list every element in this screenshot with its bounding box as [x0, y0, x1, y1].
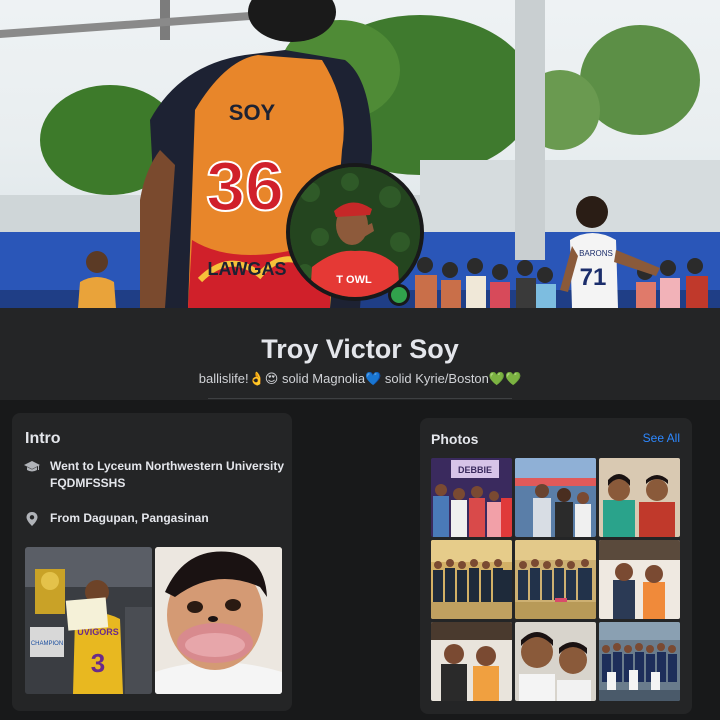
avatar-shirt-text: T OWL	[336, 274, 372, 286]
photos-title: Photos	[431, 431, 479, 447]
avatar-image: T OWL	[290, 167, 420, 297]
intro-card: Intro Went to Lyceum Northwestern Univer…	[12, 413, 292, 711]
photo-thumbnail-image	[599, 622, 680, 701]
photo-thumbnail[interactable]	[515, 540, 596, 619]
profile-name[interactable]: Troy Victor Soy	[0, 334, 720, 365]
online-status-indicator	[388, 284, 410, 306]
photo-thumbnail-image	[515, 540, 596, 619]
uniform-number-text: 3	[91, 648, 105, 678]
opponent-team-text: BARONS	[579, 249, 613, 258]
photo-thumbnail[interactable]	[515, 458, 596, 537]
jersey-number-text: 36	[206, 147, 284, 225]
featured-photo-trophy[interactable]: CHAMPION UVIGORS 3	[25, 547, 152, 694]
profile-avatar[interactable]: T OWL	[286, 163, 424, 301]
intro-location-row: From Dagupan, Pangasinan	[24, 510, 209, 527]
photo-thumbnail-image	[599, 458, 680, 537]
photos-card: Photos See All DEBBIE	[420, 418, 692, 714]
featured-photo-selfie[interactable]	[155, 547, 282, 694]
photo-thumbnail[interactable]	[515, 622, 596, 701]
featured-photo-2-image	[155, 547, 282, 694]
featured-photo-1-image: CHAMPION UVIGORS 3	[25, 547, 152, 694]
trophy-sign-text: CHAMPION	[31, 641, 63, 647]
intro-education-text: Went to Lyceum Northwestern University F…	[50, 459, 285, 490]
profile-bio: ballislife!👌😍 solid Magnolia💙 solid Kyri…	[198, 371, 522, 386]
photo-thumbnail[interactable]	[431, 540, 512, 619]
photo-thumbnail[interactable]	[599, 540, 680, 619]
photo-thumbnail-image	[431, 622, 512, 701]
photo-banner-text: DEBBIE	[458, 465, 492, 475]
photo-thumbnail-image	[431, 540, 512, 619]
photo-thumbnail[interactable]: DEBBIE	[431, 458, 512, 537]
intro-location-text: From Dagupan, Pangasinan	[50, 511, 209, 525]
photo-grid: DEBBIE	[431, 458, 680, 701]
intro-education-row: Went to Lyceum Northwestern University F…	[24, 458, 290, 492]
opponent-number-text: 71	[580, 264, 607, 291]
jersey-team-text: LAWGAS	[208, 259, 287, 279]
photo-thumbnail-image	[515, 458, 596, 537]
header-divider	[208, 398, 512, 399]
intro-title: Intro	[25, 430, 61, 447]
jersey-name-text: SOY	[229, 100, 276, 125]
photo-thumbnail-image: DEBBIE	[431, 458, 512, 537]
graduation-cap-icon	[24, 461, 40, 472]
photo-thumbnail[interactable]	[599, 622, 680, 701]
photo-thumbnail[interactable]	[431, 622, 512, 701]
see-all-photos-link[interactable]: See All	[643, 431, 680, 445]
photo-thumbnail-image	[599, 540, 680, 619]
location-pin-icon	[26, 512, 38, 526]
photo-thumbnail[interactable]	[599, 458, 680, 537]
photo-thumbnail-image	[515, 622, 596, 701]
